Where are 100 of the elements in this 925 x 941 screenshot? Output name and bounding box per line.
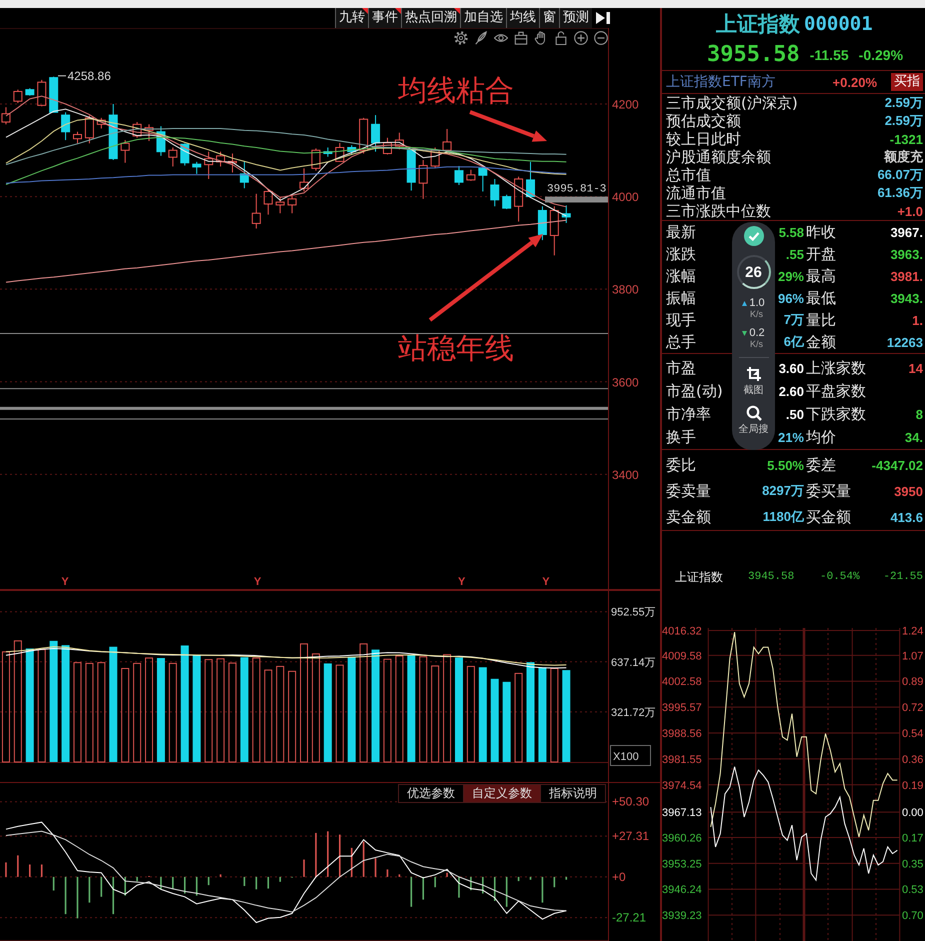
quote-label: 市盈(动): [666, 382, 723, 401]
etf-change: +0.20%: [832, 74, 877, 90]
check-icon[interactable]: [744, 226, 764, 246]
axis-label: 3400: [612, 468, 639, 482]
candlestick: [359, 117, 368, 154]
pen-icon[interactable]: [474, 31, 488, 45]
quote-label: 买金额: [805, 508, 851, 526]
quote-value: 21%: [778, 430, 804, 445]
quote-label: 平盘家数: [805, 382, 866, 401]
candlestick: [371, 114, 380, 152]
quote-label: 量比: [805, 310, 836, 330]
candlestick: [1, 106, 10, 125]
stat-label: 沪股通额度余额: [666, 148, 771, 166]
axis-label: 1.24: [902, 626, 924, 638]
candlestick: [323, 147, 332, 158]
candlestick: [394, 132, 404, 150]
axis-label: 0.53: [902, 884, 924, 896]
index-row-name: 上证指数: [675, 568, 724, 586]
toolbar-tab[interactable]: 均线: [506, 8, 539, 28]
quote-label: 总手: [666, 332, 696, 352]
stat-value: +1.0: [897, 204, 923, 218]
axis-label: +0: [612, 870, 626, 884]
quote-value: 1180亿: [762, 508, 804, 526]
scale-multiplier-label: X100: [610, 745, 651, 766]
search-button[interactable]: 全局搜: [738, 405, 768, 436]
axis-label: 0.00: [902, 807, 924, 820]
etf-link[interactable]: 上证指数ETF南方: [666, 73, 776, 91]
candlestick: [454, 166, 464, 186]
quote-label: 振幅: [666, 288, 696, 308]
padlock-icon[interactable]: [554, 31, 568, 45]
indicator-tab[interactable]: 自定义参数: [463, 784, 541, 803]
candlestick: [73, 131, 82, 144]
high-price-label: 4258.86: [68, 69, 111, 83]
candlestick: [264, 188, 273, 216]
toolbar-tab[interactable]: 预测: [559, 8, 592, 28]
axis-label: 0.72: [902, 702, 924, 714]
quote-value: 3981.: [890, 268, 923, 284]
axis-label: 4000: [612, 190, 639, 204]
index-price: 3945.58: [748, 571, 794, 583]
chart-marker: Y: [542, 576, 550, 588]
score-gauge[interactable]: 26: [736, 255, 770, 289]
price-tag-label: 3995.81-3: [547, 184, 606, 196]
price-tag-bar: [545, 196, 608, 202]
stat-label: 三市涨跌中位数: [666, 202, 771, 220]
toolbar-tab[interactable]: 加自选: [460, 8, 506, 28]
axis-label: 3981.55: [662, 754, 702, 766]
toolbar-tab[interactable]: 窗: [539, 8, 559, 28]
hand-icon[interactable]: [534, 31, 548, 45]
screenshot-button[interactable]: 截图: [744, 366, 764, 397]
candlestick: [478, 165, 488, 192]
stat-label: 流通市值: [666, 184, 726, 202]
download-speed: 0.2: [749, 327, 765, 339]
candlestick: [180, 142, 190, 166]
stat-value: 66.07万: [877, 166, 923, 184]
zoom-out-icon[interactable]: [594, 31, 608, 45]
axis-label: 637.14万: [611, 656, 656, 669]
index-code: 000001: [804, 12, 873, 34]
candlestick: [382, 137, 392, 155]
quote-value: 3.60: [778, 361, 804, 376]
quote-label: 均价: [805, 428, 836, 447]
leader-line: [58, 75, 66, 76]
quote-value: 5.50%: [767, 458, 804, 472]
quote-value: 3967.: [890, 224, 923, 240]
toolbar-tab[interactable]: 热点回溯: [401, 8, 460, 28]
axis-label: 3953.25: [662, 858, 702, 870]
chart-marker: Y: [61, 576, 69, 588]
quote-label: 最低: [805, 288, 836, 308]
quote-value: 29%: [778, 268, 804, 284]
toolbox-icon[interactable]: [514, 31, 528, 45]
percent-change: -0.29%: [858, 46, 904, 62]
axis-label: -27.21: [612, 910, 646, 925]
quote-label: 涨幅: [666, 266, 696, 286]
settings-icon[interactable]: [454, 31, 468, 45]
stat-label: 总市值: [666, 166, 711, 184]
quote-label: 委差: [805, 456, 836, 474]
toolbar-tab[interactable]: 事件: [368, 8, 401, 28]
candlestick: [300, 168, 308, 192]
candlestick: [228, 153, 237, 173]
crop-icon: [746, 366, 762, 382]
quote-label: 上涨家数: [805, 359, 866, 378]
stat-value: -1321: [890, 132, 923, 146]
zoom-in-icon[interactable]: [574, 31, 588, 45]
quote-label: 委买量: [805, 482, 851, 500]
arrow-bar-icon[interactable]: [596, 12, 610, 24]
axis-label: 3988.56: [662, 728, 702, 740]
candlestick: [430, 147, 440, 169]
buy-button[interactable]: 买指: [891, 73, 923, 91]
candlestick: [96, 117, 106, 130]
stat-value: 61.36万: [877, 184, 923, 202]
candlestick: [13, 89, 22, 104]
candlestick: [276, 197, 285, 214]
eye-icon[interactable]: [494, 31, 508, 45]
candlestick: [120, 140, 130, 164]
toolbar-tab[interactable]: 九转: [335, 8, 368, 28]
index-percent-change: -0.54%: [820, 571, 860, 583]
indicator-tab[interactable]: 优选参数: [398, 784, 464, 803]
candlestick: [156, 126, 166, 156]
index-name: 上证指数: [716, 10, 800, 38]
indicator-tab[interactable]: 指标说明: [540, 784, 606, 803]
quote-label: 开盘: [805, 244, 836, 264]
